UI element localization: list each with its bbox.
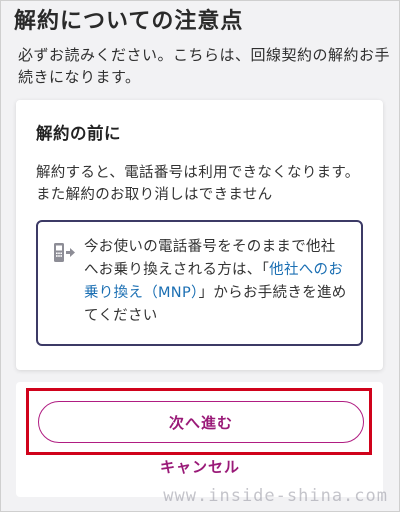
page-title: 解約についての注意点 (14, 9, 244, 34)
cancel-link[interactable]: キャンセル (0, 456, 400, 477)
page-subtitle: 必ずお読みください。こちらは、回線契約の解約お手続きになります。 (18, 46, 391, 86)
notice-card: 解約の前に 解約すると、電話番号は利用できなくなります。また解約のお取り消しはで… (16, 100, 383, 370)
next-button[interactable]: 次へ進む (38, 401, 364, 443)
phone-transfer-icon (52, 242, 76, 264)
page-header: 解約についての注意点 必ずお読みください。こちらは、回線契約の解約お手続きになり… (14, 6, 390, 88)
card-body-text: 解約すると、電話番号は利用できなくなります。また解約のお取り消しはできません (36, 165, 360, 203)
mnp-notice-box: 今お使いの電話番号をそのままで他社へお乗り換えされる方は、「他社へのお乗り換え（… (36, 220, 363, 346)
mnp-notice-text: 今お使いの電話番号をそのままで他社へお乗り換えされる方は、「他社へのお乗り換え（… (84, 236, 349, 328)
card-title: 解約の前に (36, 124, 121, 143)
watermark: www.inside-shina.com (163, 486, 388, 506)
